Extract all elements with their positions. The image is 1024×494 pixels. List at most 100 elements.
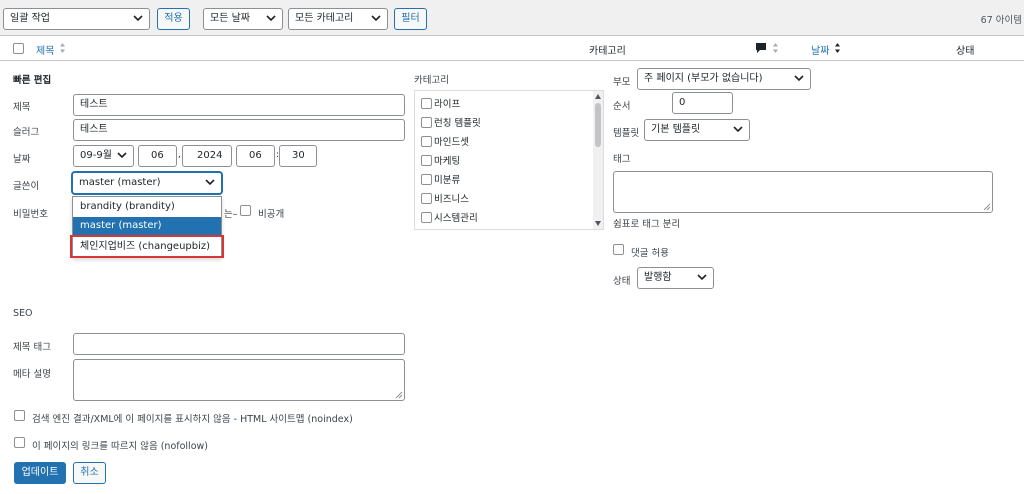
- status-value: 발행함: [644, 272, 672, 283]
- chevron-down-icon: [133, 15, 143, 22]
- column-title-link[interactable]: 제목: [36, 42, 54, 57]
- update-button[interactable]: 업데이트: [14, 462, 66, 484]
- category-checkbox[interactable]: [421, 193, 432, 204]
- category-item-label: 시스템관리: [434, 213, 478, 224]
- highlight-box: [70, 235, 224, 258]
- month-select[interactable]: 09-9월: [73, 145, 134, 167]
- category-item[interactable]: 마인드셋: [421, 134, 469, 152]
- chevron-down-icon: [117, 152, 127, 159]
- nofollow-checkbox[interactable]: [14, 437, 25, 448]
- date-filter-value: 모든 날짜: [210, 13, 250, 24]
- tags-label: 태그: [613, 154, 631, 165]
- tags-textarea[interactable]: [613, 171, 993, 213]
- category-checkbox[interactable]: [421, 117, 432, 128]
- template-label: 템플릿: [613, 128, 640, 139]
- allow-comments-checkbox[interactable]: [613, 244, 624, 255]
- category-item[interactable]: 미분류: [421, 172, 460, 190]
- category-item[interactable]: 런칭 템플릿: [421, 115, 481, 133]
- category-checkbox[interactable]: [421, 136, 432, 147]
- author-select[interactable]: master (master): [72, 172, 222, 194]
- slug-input[interactable]: 테스트: [73, 119, 405, 141]
- order-label: 순서: [613, 101, 631, 112]
- chevron-down-icon: [205, 179, 215, 186]
- title-tag-input[interactable]: [73, 333, 405, 355]
- bulk-action-select[interactable]: 일괄 작업: [3, 8, 150, 30]
- chevron-down-icon: [697, 274, 707, 281]
- category-checkbox[interactable]: [421, 98, 432, 109]
- category-item-label: 미분류: [434, 175, 461, 186]
- column-category: 카테고리: [589, 46, 626, 57]
- category-item[interactable]: 시스템관리: [421, 210, 478, 228]
- scroll-up-icon[interactable]: [595, 94, 601, 99]
- scrollbar-thumb[interactable]: [595, 103, 601, 147]
- sort-icon[interactable]: [59, 42, 66, 54]
- date-label: 날짜: [13, 154, 31, 165]
- filter-button[interactable]: 필터: [394, 8, 427, 30]
- noindex-checkbox[interactable]: [14, 410, 25, 421]
- month-value: 09-9월: [80, 150, 112, 161]
- tags-hint: 쉼표로 태그 분리: [613, 219, 681, 230]
- category-filter-value: 모든 카테고리: [295, 13, 354, 24]
- hour-input[interactable]: 06: [236, 145, 275, 167]
- private-checkbox[interactable]: [240, 205, 251, 216]
- title-tag-label: 제목 태그: [13, 342, 51, 353]
- scroll-down-icon[interactable]: [595, 221, 601, 226]
- chevron-down-icon: [266, 15, 276, 22]
- category-checkbox[interactable]: [421, 212, 432, 223]
- order-input[interactable]: 0: [672, 92, 733, 114]
- resize-grip-icon[interactable]: [395, 391, 403, 399]
- or-separator: 는–: [224, 209, 238, 220]
- author-option-master[interactable]: master (master): [73, 217, 221, 235]
- item-count: 67 아이템: [980, 15, 1022, 26]
- category-checkbox[interactable]: [421, 174, 432, 185]
- comment-icon[interactable]: [755, 42, 767, 54]
- seo-heading: SEO: [13, 308, 33, 319]
- cancel-button[interactable]: 취소: [73, 462, 106, 484]
- column-status: 상태: [956, 46, 975, 57]
- table-header: 제목 카테고리 날짜 상태: [0, 36, 1024, 61]
- author-value: master (master): [79, 177, 161, 188]
- category-heading: 카테고리: [414, 75, 449, 86]
- template-value: 기본 템플릿: [651, 124, 701, 135]
- apply-button[interactable]: 적용: [157, 8, 190, 30]
- allow-comments-label: 댓글 허용: [631, 248, 669, 259]
- template-select[interactable]: 기본 템플릿: [644, 119, 750, 141]
- sort-icon[interactable]: [772, 42, 779, 54]
- chevron-down-icon: [794, 75, 804, 82]
- chevron-down-icon: [733, 126, 743, 133]
- resize-grip-icon[interactable]: [983, 203, 991, 211]
- minute-input[interactable]: 30: [279, 145, 317, 167]
- sort-icon[interactable]: [834, 42, 841, 54]
- status-select[interactable]: 발행함: [637, 267, 714, 289]
- nofollow-label: 이 페이지의 링크를 따르지 않음 (nofollow): [32, 441, 208, 452]
- parent-value: 주 페이지 (부모가 없습니다): [644, 73, 763, 84]
- title-input[interactable]: 테스트: [73, 94, 405, 116]
- category-item-label: 마케팅: [434, 156, 461, 167]
- category-filter-select[interactable]: 모든 카테고리: [288, 8, 388, 30]
- author-option-brandity[interactable]: brandity (brandity): [73, 198, 221, 216]
- parent-select[interactable]: 주 페이지 (부모가 없습니다): [637, 68, 811, 90]
- category-checklist[interactable]: 라이프 런칭 템플릿 마인드셋 마케팅 미분류 비즈니스 시스템관리: [414, 90, 604, 230]
- day-input[interactable]: 06: [138, 145, 177, 167]
- category-item-label: 비즈니스: [434, 194, 469, 205]
- status-label: 상태: [613, 276, 631, 287]
- column-date-link[interactable]: 날짜: [811, 42, 829, 57]
- year-input[interactable]: 2024: [182, 145, 232, 167]
- date-separator: ,: [178, 150, 181, 160]
- category-item[interactable]: 마케팅: [421, 153, 460, 171]
- chevron-down-icon: [371, 15, 381, 22]
- date-filter-select[interactable]: 모든 날짜: [203, 8, 283, 30]
- title-label: 제목: [13, 102, 31, 113]
- select-all-checkbox[interactable]: [13, 43, 24, 54]
- category-item-label: 마인드셋: [434, 137, 469, 148]
- meta-description-label: 메타 설명: [13, 369, 51, 380]
- parent-label: 부모: [613, 77, 631, 88]
- category-item-label: 런칭 템플릿: [434, 118, 481, 129]
- password-label: 비밀번호: [13, 209, 48, 220]
- category-scrollbar[interactable]: [593, 91, 603, 229]
- category-item[interactable]: 라이프: [421, 96, 460, 114]
- category-checkbox[interactable]: [421, 155, 432, 166]
- meta-description-textarea[interactable]: [73, 359, 405, 401]
- category-item[interactable]: 비즈니스: [421, 191, 469, 209]
- private-label: 비공개: [258, 209, 285, 220]
